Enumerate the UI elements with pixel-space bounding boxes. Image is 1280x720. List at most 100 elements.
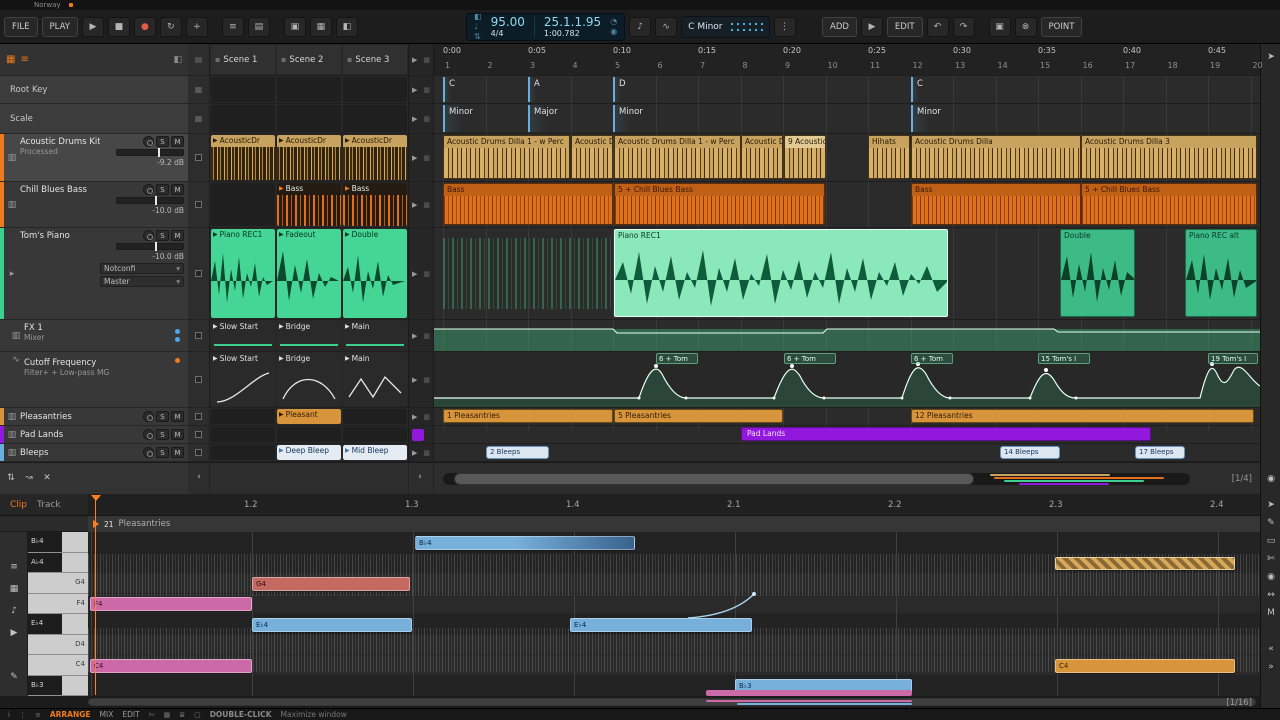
- clip-slot[interactable]: ▶AcousticDr: [211, 135, 275, 180]
- duplicate-icon[interactable]: ▣: [989, 17, 1011, 37]
- track-row-padlands[interactable]: ▥ Pad Lands S M: [0, 426, 188, 444]
- stretch-tool-icon[interactable]: ↔: [1261, 590, 1280, 600]
- knife-tool-icon[interactable]: ✄: [1261, 554, 1280, 564]
- scene-2[interactable]: ▪Scene 2: [277, 45, 341, 74]
- empty-slot[interactable]: [343, 105, 407, 132]
- arranger-clip[interactable]: Double: [1060, 229, 1135, 317]
- solo-button[interactable]: S: [156, 230, 169, 241]
- scale-marker[interactable]: Minor: [911, 105, 941, 132]
- info-icon[interactable]: i: [8, 711, 10, 719]
- transport-display[interactable]: ◧♩⇅ 95.00 4/4 25.1.1.95 1:00.782 ◔◉: [466, 13, 625, 41]
- display-mode-icons[interactable]: ◔◉: [610, 18, 617, 36]
- arranger-clip[interactable]: Piano REC alt: [1185, 229, 1257, 317]
- scale-marker[interactable]: Major: [528, 105, 558, 132]
- clip-slot[interactable]: ▶AcousticDr: [343, 135, 407, 180]
- arranger-clip[interactable]: Acoustic D: [571, 135, 613, 179]
- arranger-clip[interactable]: Bass: [443, 183, 613, 225]
- play-menu-button[interactable]: PLAY: [42, 17, 78, 37]
- key-scale-display[interactable]: C Minor: [681, 16, 769, 38]
- redo-icon[interactable]: ↷: [953, 17, 975, 37]
- arranger-clip[interactable]: 9 Acoustic: [784, 135, 826, 179]
- piano-key[interactable]: G4: [28, 573, 88, 594]
- stop-cell[interactable]: [188, 320, 209, 352]
- marker-flag-icon[interactable]: ▶: [861, 17, 883, 37]
- scale-value[interactable]: C Minor: [688, 22, 722, 32]
- midi-note[interactable]: B♭4: [415, 536, 635, 550]
- solo-button[interactable]: S: [156, 447, 169, 458]
- clip-slot[interactable]: ▶Double: [343, 229, 407, 318]
- arm-button[interactable]: [143, 136, 154, 147]
- padlands-clip-sliver[interactable]: [412, 429, 424, 441]
- grid-settings-icon[interactable]: ▦: [0, 584, 28, 594]
- arranger-clip[interactable]: Bass: [911, 183, 1081, 225]
- menu-icon[interactable]: ≡: [35, 711, 41, 719]
- mute-tool-icon[interactable]: M: [1261, 608, 1280, 618]
- midi-note-hatched[interactable]: [1055, 557, 1235, 570]
- arm-button[interactable]: [143, 411, 154, 422]
- volume-slider[interactable]: [116, 197, 184, 204]
- grid-icon[interactable]: ▦: [164, 711, 171, 719]
- arranger-row-fx1[interactable]: [434, 320, 1260, 352]
- clip-region-band[interactable]: 21 Pleasantries: [88, 516, 1260, 532]
- scroll-updown-icon[interactable]: ⇅: [4, 473, 18, 483]
- arranger-clip[interactable]: Piano REC1: [614, 229, 948, 317]
- h-scrollbar-thumb[interactable]: [454, 473, 974, 485]
- clip-slot[interactable]: ▶Bass: [343, 183, 407, 226]
- undo-icon[interactable]: ↶: [927, 17, 949, 37]
- arranger-clip[interactable]: 5 + Chill Blues Bass: [614, 183, 825, 225]
- track-name[interactable]: Pad Lands: [20, 430, 143, 440]
- scene-1[interactable]: ▪Scene 1: [211, 45, 275, 74]
- group-expand-icon[interactable]: ▸: [4, 269, 20, 279]
- solo-button[interactable]: S: [156, 136, 169, 147]
- clip-slot[interactable]: ▶Piano REC1: [211, 229, 275, 318]
- layout-mix-button[interactable]: MIX: [100, 710, 114, 719]
- loop-icon[interactable]: ↻: [160, 17, 182, 37]
- arranger-clip[interactable]: Acoustic Drums Dilla 1 - w Perc: [614, 135, 741, 179]
- stop-cell[interactable]: ▦: [188, 104, 209, 134]
- pointer-tool-icon[interactable]: ➤: [1261, 52, 1280, 62]
- track-row-drums[interactable]: ▥ Acoustic Drums Kit 2 Processed S M -9.…: [0, 134, 188, 182]
- groove-settings-icon[interactable]: ⋮: [774, 17, 796, 37]
- arranger-clip[interactable]: Pad Lands: [741, 427, 1151, 441]
- track-row-cutoff[interactable]: ∿ Cutoff Frequency Filter+ + Low-pass MG: [0, 352, 188, 408]
- empty-slot[interactable]: [343, 409, 407, 424]
- stop-all-cell[interactable]: ▤: [188, 44, 209, 76]
- display-profile-icon[interactable]: ▣: [284, 17, 306, 37]
- piano-key[interactable]: F4: [28, 594, 88, 615]
- arranger-clip[interactable]: Acoustic Drums Dilla 1 - w Perc: [443, 135, 570, 179]
- scene-play-cell[interactable]: ▶▦: [409, 320, 433, 352]
- pointer-tool-icon[interactable]: ➤: [1261, 500, 1280, 510]
- play-icon[interactable]: ▶: [82, 17, 104, 37]
- clip-slot[interactable]: ▶Bass: [277, 183, 341, 226]
- stop-icon[interactable]: ■: [108, 17, 130, 37]
- zoom-tool-icon[interactable]: ◉: [1261, 572, 1280, 582]
- scene-play-cell[interactable]: ▶▦: [409, 134, 433, 182]
- arm-button[interactable]: [143, 429, 154, 440]
- clip-slot[interactable]: ▶Fadeout: [277, 229, 341, 318]
- automation-clip[interactable]: 15 Tom's I: [1038, 353, 1090, 364]
- midi-note[interactable]: F4: [90, 597, 252, 611]
- zoom-tool-icon[interactable]: ◉: [1261, 474, 1280, 484]
- automation-clip[interactable]: 6 + Tom: [911, 353, 953, 364]
- piano-key[interactable]: C4: [28, 655, 88, 676]
- clip-slot[interactable]: ▶Mid Bleep: [343, 445, 407, 460]
- arranger-scale-row[interactable]: Minor Major Minor Minor: [434, 104, 1260, 134]
- edit-pencil-icon[interactable]: ✎: [0, 672, 28, 682]
- clip-slot[interactable]: ▶Main: [343, 321, 407, 350]
- empty-slot[interactable]: [343, 427, 407, 442]
- layout-edit-button[interactable]: EDIT: [122, 710, 139, 719]
- midi-note[interactable]: G4: [252, 577, 410, 591]
- layout-arrange-button[interactable]: ARRANGE: [50, 710, 91, 719]
- scene-play-cell[interactable]: ▶▦: [409, 408, 433, 426]
- track-row-bass[interactable]: ▥ Chill Blues Bass S M -10.0 dB: [0, 182, 188, 228]
- midi-note-partial[interactable]: [706, 690, 912, 696]
- empty-slot[interactable]: [277, 427, 341, 442]
- stop-cell[interactable]: [188, 228, 209, 320]
- volume-slider[interactable]: [116, 243, 184, 250]
- scene-play-cell[interactable]: ▶▦: [409, 444, 433, 462]
- stop-cell[interactable]: ▦: [188, 76, 209, 104]
- note-icon[interactable]: ♪: [0, 606, 28, 616]
- root-key-row[interactable]: Root Key: [0, 76, 188, 104]
- output-dropdown[interactable]: Master▾: [100, 276, 184, 287]
- key-marker[interactable]: D: [613, 77, 626, 102]
